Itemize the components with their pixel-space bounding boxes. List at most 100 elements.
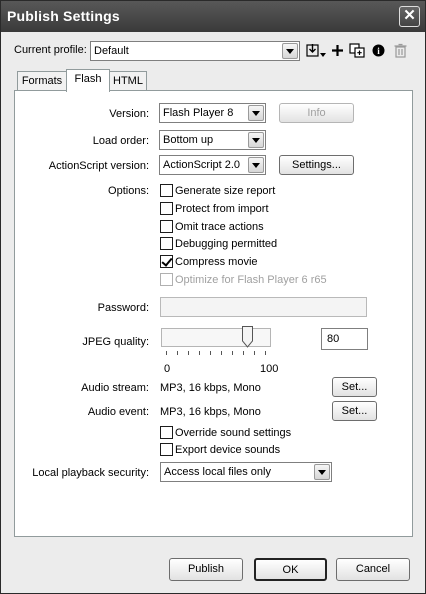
compress-movie-checkbox[interactable] — [160, 255, 173, 268]
current-profile-value: Default — [94, 45, 129, 57]
slider-tick — [232, 351, 233, 355]
slider-tick — [243, 351, 244, 355]
tab-html[interactable]: HTML — [109, 71, 147, 92]
cancel-button-label: Cancel — [355, 563, 391, 575]
load-order-label: Load order: — [92, 135, 149, 147]
protect-from-import-option[interactable]: Protect from import — [160, 202, 269, 217]
actionscript-settings-button[interactable]: Settings... — [279, 155, 354, 175]
import-export-icon — [306, 44, 326, 57]
audio-stream-set-label: Set... — [341, 381, 368, 393]
local-playback-security-label: Local playback security: — [32, 467, 149, 479]
omit-trace-actions-label: Omit trace actions — [175, 220, 264, 233]
jpeg-quality-min-label: 0 — [164, 363, 171, 375]
version-label: Version: — [109, 108, 149, 120]
tab-formats-label: Formats — [21, 75, 63, 87]
load-order-select[interactable]: Bottom up — [159, 130, 266, 150]
actionscript-settings-label: Settings... — [292, 159, 341, 171]
jpeg-quality-slider-thumb[interactable] — [242, 326, 253, 348]
slider-tick — [265, 351, 266, 355]
close-button[interactable]: ✕ — [399, 6, 420, 27]
info-button[interactable]: Info — [279, 103, 354, 123]
audio-event-label: Audio event: — [87, 406, 149, 418]
debugging-permitted-label: Debugging permitted — [175, 237, 278, 250]
load-order-value: Bottom up — [163, 134, 214, 146]
chevron-down-icon — [248, 157, 264, 173]
slider-tick — [188, 351, 189, 355]
duplicate-icon — [349, 43, 365, 58]
actionscript-version-value: ActionScript 2.0 — [163, 159, 241, 171]
dialog-title: Publish Settings — [7, 8, 120, 24]
jpeg-quality-slider-track[interactable] — [161, 328, 271, 347]
generate-size-report-label: Generate size report — [175, 184, 276, 197]
local-playback-security-select[interactable]: Access local files only — [160, 462, 332, 482]
ok-button-label: OK — [282, 564, 299, 576]
debugging-permitted-checkbox[interactable] — [160, 237, 173, 250]
chevron-down-icon — [314, 464, 330, 480]
actionscript-version-select[interactable]: ActionScript 2.0 — [159, 155, 266, 175]
chevron-down-icon — [248, 105, 264, 121]
duplicate-profile-button[interactable] — [348, 41, 367, 60]
slider-tick — [166, 351, 167, 355]
compress-movie-label: Compress movie — [175, 255, 258, 268]
generate-size-report-option[interactable]: Generate size report — [160, 184, 275, 199]
audio-event-set-label: Set... — [341, 405, 368, 417]
debugging-permitted-option[interactable]: Debugging permitted — [160, 237, 277, 252]
info-button-label: Info — [307, 107, 326, 119]
override-sound-settings-checkbox[interactable] — [160, 426, 173, 439]
title-bar: Publish Settings ✕ — [1, 1, 425, 32]
publish-button-label: Publish — [187, 563, 225, 575]
audio-stream-value: MP3, 16 kbps, Mono — [160, 382, 261, 394]
tab-flash-label: Flash — [74, 73, 102, 85]
slider-thumb-icon — [242, 326, 253, 348]
profile-info-button[interactable]: i — [369, 41, 388, 60]
delete-profile-button[interactable] — [391, 41, 410, 60]
generate-size-report-checkbox[interactable] — [160, 184, 173, 197]
add-icon — [332, 45, 343, 56]
omit-trace-actions-checkbox[interactable] — [160, 220, 173, 233]
publish-settings-dialog: Publish Settings ✕ Current profile: Defa… — [0, 0, 426, 594]
jpeg-quality-max-label: 100 — [260, 363, 279, 375]
protect-from-import-checkbox[interactable] — [160, 202, 173, 215]
optimize-flash-player-6-option[interactable]: Optimize for Flash Player 6 r65 — [160, 273, 327, 288]
close-icon: ✕ — [403, 7, 416, 24]
slider-tick — [210, 351, 211, 355]
compress-movie-option[interactable]: Compress movie — [160, 255, 258, 270]
override-sound-settings-label: Override sound settings — [175, 426, 292, 439]
chevron-down-icon — [282, 43, 298, 59]
current-profile-select[interactable]: Default — [90, 41, 300, 61]
audio-event-set-button[interactable]: Set... — [332, 401, 377, 421]
password-label: Password: — [97, 302, 149, 314]
delete-icon — [394, 43, 407, 58]
slider-tick — [199, 351, 200, 355]
optimize-flash-player-6-checkbox[interactable] — [160, 273, 173, 286]
audio-stream-set-button[interactable]: Set... — [332, 377, 377, 397]
audio-stream-label: Audio stream: — [81, 382, 149, 394]
version-select[interactable]: Flash Player 8 — [159, 103, 266, 123]
export-device-sounds-option[interactable]: Export device sounds — [160, 443, 280, 458]
password-field[interactable] — [160, 297, 367, 317]
omit-trace-actions-option[interactable]: Omit trace actions — [160, 220, 264, 235]
add-profile-button[interactable] — [328, 41, 347, 60]
jpeg-quality-label: JPEG quality: — [82, 336, 149, 348]
publish-button[interactable]: Publish — [169, 558, 243, 581]
info-icon: i — [372, 44, 385, 57]
slider-tick — [254, 351, 255, 355]
import-export-profile-button[interactable] — [305, 41, 327, 60]
tab-html-label: HTML — [113, 75, 143, 87]
jpeg-quality-input[interactable]: 80 — [321, 328, 368, 350]
local-playback-security-value: Access local files only — [164, 466, 271, 478]
slider-tick — [177, 351, 178, 355]
jpeg-quality-value: 80 — [327, 333, 340, 345]
export-device-sounds-checkbox[interactable] — [160, 443, 173, 456]
actionscript-version-label: ActionScript version: — [48, 160, 149, 172]
audio-event-value: MP3, 16 kbps, Mono — [160, 406, 261, 418]
current-profile-label: Current profile: — [14, 44, 87, 56]
tab-flash[interactable]: Flash — [66, 69, 110, 92]
cancel-button[interactable]: Cancel — [336, 558, 410, 581]
override-sound-settings-option[interactable]: Override sound settings — [160, 426, 291, 441]
optimize-flash-player-6-label: Optimize for Flash Player 6 r65 — [175, 273, 327, 286]
options-label: Options: — [108, 185, 149, 197]
ok-button[interactable]: OK — [254, 558, 327, 581]
version-value: Flash Player 8 — [163, 107, 234, 119]
tab-formats[interactable]: Formats — [17, 71, 67, 92]
